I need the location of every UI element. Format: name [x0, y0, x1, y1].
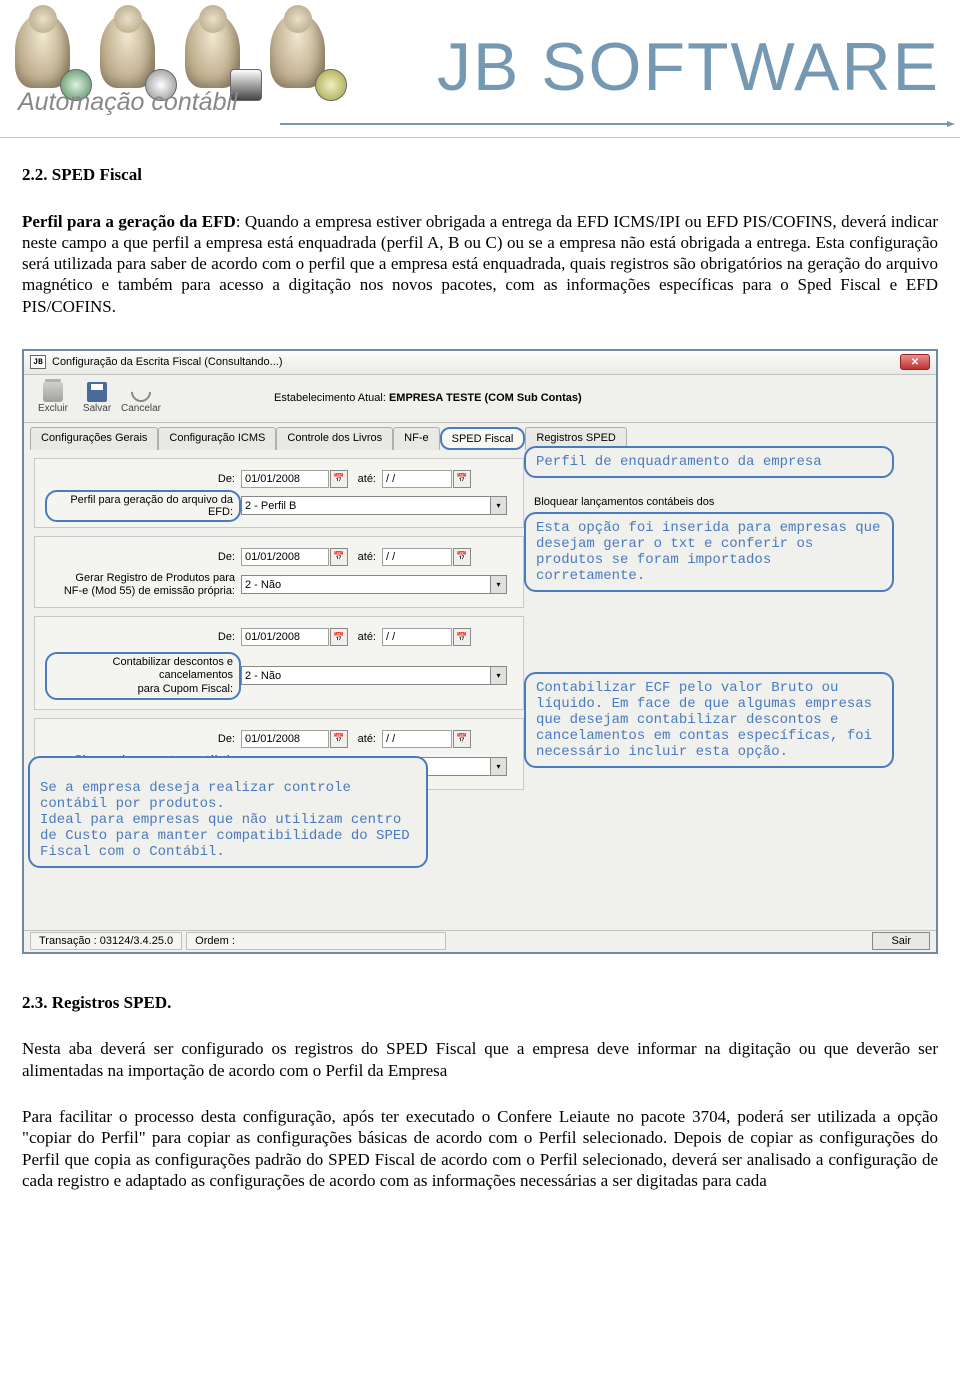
tab-config-icms[interactable]: Configuração ICMS: [158, 427, 276, 450]
section-2-3-heading: 2.3. Registros SPED.: [22, 992, 938, 1013]
label-ate: até:: [348, 551, 382, 563]
tab-controle-livros[interactable]: Controle dos Livros: [276, 427, 393, 450]
disk-icon: [87, 382, 107, 402]
header-banner: Automação contábil JB SOFTWARE: [0, 0, 960, 138]
salvar-label: Salvar: [83, 403, 111, 414]
callout-ecf: Contabilizar ECF pelo valor Bruto ou líq…: [524, 672, 894, 768]
section-2-2-label: Perfil para a geração da EFD: [22, 212, 236, 231]
sair-button[interactable]: Sair: [872, 932, 930, 950]
form-area: De: 📅 até: 📅 Perfil para geração do arqu…: [24, 450, 936, 930]
input-de-2[interactable]: [241, 548, 329, 566]
status-ordem: Ordem :: [186, 932, 446, 950]
section-2-3-p1: Nesta aba deverá ser configurado os regi…: [22, 1038, 938, 1081]
status-bar: Transação : 03124/3.4.25.0 Ordem : Sair: [24, 930, 936, 952]
banner-title: JB SOFTWARE: [437, 28, 940, 106]
calendar-icon[interactable]: 📅: [330, 470, 348, 488]
app-icon: JB: [30, 355, 46, 369]
label-de: De:: [45, 733, 241, 745]
titlebar: JB Configuração da Escrita Fiscal (Consu…: [24, 351, 936, 375]
section-2-2-paragraph: Perfil para a geração da EFD: Quando a e…: [22, 211, 938, 317]
chevron-down-icon[interactable]: ▾: [491, 757, 507, 776]
tab-config-gerais[interactable]: Configurações Gerais: [30, 427, 158, 450]
combo-perfil[interactable]: [241, 496, 491, 515]
input-ate-3[interactable]: [382, 628, 452, 646]
block-perfil: De: 📅 até: 📅 Perfil para geração do arqu…: [34, 458, 524, 528]
callout-ecf-text: Contabilizar ECF pelo valor Bruto ou líq…: [536, 680, 872, 760]
callout-header-bloq: Bloquear lançamentos contábeis dos: [534, 496, 714, 508]
label-contabilizar: Contabilizar descontos e cancelamentospa…: [45, 652, 241, 700]
label-de: De:: [45, 473, 241, 485]
input-ate-1[interactable]: [382, 470, 452, 488]
label-ate: até:: [348, 473, 382, 485]
callout-perfil: Perfil de enquadramento da empresa: [524, 446, 894, 478]
calendar-icon[interactable]: 📅: [330, 628, 348, 646]
excluir-label: Excluir: [38, 403, 68, 414]
callout-controle-text: Se a empresa deseja realizar controle co…: [40, 780, 410, 860]
app-window: JB Configuração da Escrita Fiscal (Consu…: [22, 349, 938, 954]
block-gerar-registro: De: 📅 até: 📅 Gerar Registro de Produtos …: [34, 536, 524, 608]
undo-icon: [127, 378, 155, 406]
calendar-icon[interactable]: 📅: [453, 628, 471, 646]
status-transacao: Transação : 03124/3.4.25.0: [30, 932, 182, 950]
callout-perfil-text: Perfil de enquadramento da empresa: [536, 454, 822, 470]
banner-divider: [280, 123, 950, 125]
close-button[interactable]: ✕: [900, 354, 930, 370]
combo-gerar-reg[interactable]: [241, 575, 491, 594]
label-perfil: Perfil para geração do arquivo da EFD:: [45, 490, 241, 522]
label-de: De:: [45, 551, 241, 563]
label-ate: até:: [348, 631, 382, 643]
cancelar-label: Cancelar: [121, 403, 161, 414]
calendar-icon[interactable]: 📅: [453, 730, 471, 748]
chevron-down-icon[interactable]: ▾: [491, 666, 507, 685]
est-value: EMPRESA TESTE (COM Sub Contas): [389, 392, 582, 404]
combo-contabilizar[interactable]: [241, 666, 491, 685]
tab-nfe[interactable]: NF-e: [393, 427, 439, 450]
tab-sped-fiscal[interactable]: SPED Fiscal: [440, 427, 526, 450]
callout-gerar: Bloquear lançamentos contábeis dos Esta …: [524, 512, 894, 592]
toolbar: Excluir Salvar Cancelar Estabelecimento …: [24, 375, 936, 423]
input-de-3[interactable]: [241, 628, 329, 646]
excluir-button[interactable]: Excluir: [32, 377, 74, 419]
chevron-down-icon[interactable]: ▾: [491, 575, 507, 594]
calendar-icon[interactable]: 📅: [330, 730, 348, 748]
chevron-down-icon[interactable]: ▾: [491, 496, 507, 515]
establishment-label: Estabelecimento Atual: EMPRESA TESTE (CO…: [274, 392, 582, 404]
calendar-icon[interactable]: 📅: [453, 470, 471, 488]
trash-icon: [43, 382, 63, 402]
input-ate-4[interactable]: [382, 730, 452, 748]
label-ate: até:: [348, 733, 382, 745]
label-gerar-reg: Gerar Registro de Produtos paraNF-e (Mod…: [45, 572, 241, 598]
salvar-button[interactable]: Salvar: [76, 377, 118, 419]
block-contabilizar: De: 📅 até: 📅 Contabilizar descontos e ca…: [34, 616, 524, 710]
input-de-1[interactable]: [241, 470, 329, 488]
section-2-3-p2: Para facilitar o processo desta configur…: [22, 1106, 938, 1191]
banner-subtitle: Automação contábil: [18, 88, 238, 117]
est-prefix: Estabelecimento Atual:: [274, 392, 386, 404]
input-de-4[interactable]: [241, 730, 329, 748]
callout-gerar-text: Esta opção foi inserida para empresas qu…: [536, 520, 880, 584]
window-title: Configuração da Escrita Fiscal (Consulta…: [52, 356, 900, 368]
label-de: De:: [45, 631, 241, 643]
cancelar-button[interactable]: Cancelar: [120, 377, 162, 419]
section-2-2-heading: 2.2. SPED Fiscal: [22, 164, 938, 185]
calendar-icon[interactable]: 📅: [330, 548, 348, 566]
input-ate-2[interactable]: [382, 548, 452, 566]
callout-controle: Se a empresa deseja realizar controle co…: [28, 756, 428, 868]
calendar-icon[interactable]: 📅: [453, 548, 471, 566]
